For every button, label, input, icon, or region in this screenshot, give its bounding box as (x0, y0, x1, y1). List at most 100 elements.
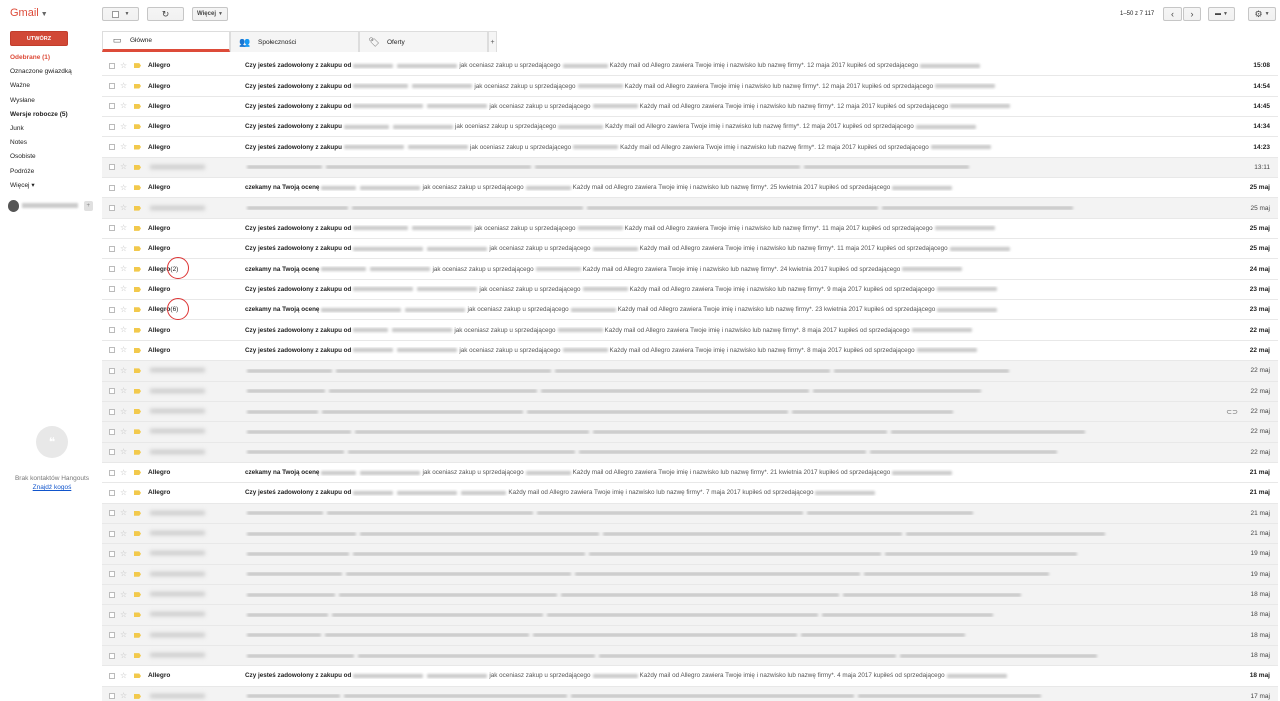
star-icon[interactable]: ☆ (120, 143, 127, 151)
importance-marker-icon[interactable] (134, 551, 141, 557)
row-checkbox[interactable] (109, 571, 115, 578)
sidebar-item[interactable]: Osobiste (10, 152, 100, 166)
importance-marker-icon[interactable] (134, 144, 141, 150)
row-checkbox[interactable] (109, 205, 115, 212)
email-row[interactable]: ☆ Allegro Czy jesteś zadowolony z zakupu o… (102, 239, 1278, 260)
sidebar-item[interactable]: Więcej ▾ (10, 181, 100, 195)
star-icon[interactable]: ☆ (120, 488, 127, 497)
star-icon[interactable]: ☆ (120, 163, 127, 171)
importance-marker-icon[interactable] (134, 449, 141, 455)
email-row[interactable]: ☆ Allegro Czy jesteś zadowolony z zakupu o… (102, 483, 1278, 504)
row-checkbox[interactable] (109, 530, 115, 537)
sidebar-item[interactable]: Ważne (10, 81, 100, 95)
star-icon[interactable]: ☆ (120, 651, 127, 660)
star-icon[interactable]: ☆ (120, 631, 127, 639)
email-row[interactable]: ☆ Allegro(2) czekamy na Twoją ocenę jak oce… (102, 257, 1278, 280)
importance-marker-icon[interactable] (134, 246, 141, 252)
importance-marker-icon[interactable] (134, 164, 141, 170)
row-checkbox[interactable] (109, 428, 115, 435)
email-row[interactable]: ☆ Allegro Czy jesteś zadowolony z zakupu o… (102, 666, 1278, 687)
refresh-button[interactable]: ↻ (147, 7, 184, 21)
prev-page-button[interactable]: ‹ (1163, 7, 1182, 21)
email-row[interactable]: ☆ 21 maj (102, 523, 1278, 545)
star-icon[interactable]: ☆ (120, 204, 127, 212)
row-checkbox[interactable] (109, 164, 115, 171)
row-checkbox[interactable] (109, 144, 115, 151)
importance-marker-icon[interactable] (134, 205, 141, 211)
row-checkbox[interactable] (109, 266, 115, 273)
star-icon[interactable]: ☆ (120, 448, 127, 456)
tab-primary[interactable]: ▭ Główne (102, 31, 230, 52)
star-icon[interactable]: ☆ (120, 326, 127, 334)
row-checkbox[interactable] (109, 591, 115, 598)
star-icon[interactable]: ☆ (120, 529, 127, 538)
row-checkbox[interactable] (109, 83, 115, 90)
email-row[interactable]: ☆ ⊂⊃ 22 maj (102, 401, 1278, 423)
star-icon[interactable]: ☆ (120, 366, 127, 375)
star-icon[interactable]: ☆ (120, 61, 127, 70)
sidebar-item[interactable]: Podróże (10, 167, 100, 181)
importance-marker-icon[interactable] (134, 612, 141, 618)
importance-marker-icon[interactable] (134, 225, 141, 231)
row-checkbox[interactable] (109, 306, 115, 313)
settings-button[interactable]: ⚙ ▼ (1248, 7, 1276, 21)
importance-marker-icon[interactable] (134, 103, 141, 109)
star-icon[interactable]: ☆ (120, 549, 127, 558)
star-icon[interactable]: ☆ (120, 82, 127, 90)
importance-marker-icon[interactable] (134, 632, 141, 638)
compose-button[interactable]: UTWÓRZ (10, 31, 68, 46)
star-icon[interactable]: ☆ (120, 285, 127, 293)
importance-marker-icon[interactable] (134, 327, 141, 333)
add-contact-icon[interactable]: + (83, 200, 93, 211)
star-icon[interactable]: ☆ (120, 692, 127, 700)
row-checkbox[interactable] (109, 225, 115, 232)
select-checkbox-button[interactable]: ▼ (102, 7, 139, 21)
email-row[interactable]: ☆ 22 maj (102, 442, 1278, 463)
row-checkbox[interactable] (109, 184, 115, 191)
email-row[interactable]: ☆ Allegro Czy jesteś zadowolony z zakupu o… (102, 279, 1278, 301)
email-row[interactable]: ☆ 22 maj (102, 381, 1278, 402)
importance-marker-icon[interactable] (134, 409, 141, 415)
email-row[interactable]: ☆ 18 maj (102, 605, 1278, 626)
star-icon[interactable]: ☆ (120, 509, 127, 517)
importance-marker-icon[interactable] (134, 124, 141, 130)
row-checkbox[interactable] (109, 611, 115, 618)
email-row[interactable]: ☆ 25 maj (102, 198, 1278, 219)
importance-marker-icon[interactable] (134, 266, 141, 272)
more-button[interactable]: Więcej ▼ (192, 7, 228, 21)
sidebar-item[interactable]: Wersje robocze (5) (10, 110, 100, 124)
importance-marker-icon[interactable] (134, 63, 141, 69)
importance-marker-icon[interactable] (134, 185, 141, 191)
row-checkbox[interactable] (109, 367, 115, 374)
star-icon[interactable]: ☆ (120, 427, 127, 436)
star-icon[interactable]: ☆ (120, 468, 127, 477)
email-row[interactable]: ☆ Allegro czekamy na Twoją ocenę jak ocenia… (102, 178, 1278, 199)
row-checkbox[interactable] (109, 327, 115, 334)
email-row[interactable]: ☆ Allegro Czy jesteś zadowolony z zakupu o… (102, 320, 1278, 341)
email-row[interactable]: ☆ Allegro Czy jesteś zadowolony z zakupu ja… (102, 137, 1278, 158)
sidebar-item[interactable]: Odebrane (1) (10, 53, 100, 67)
gmail-logo[interactable]: Gmail ▼ (10, 7, 48, 19)
email-row[interactable]: ☆ 13:11 (102, 157, 1278, 179)
row-checkbox[interactable] (109, 347, 115, 354)
importance-marker-icon[interactable] (134, 286, 141, 292)
star-icon[interactable]: ☆ (120, 224, 127, 232)
email-row[interactable]: ☆ 22 maj (102, 361, 1278, 382)
star-icon[interactable]: ☆ (120, 407, 127, 416)
email-row[interactable]: ☆ 18 maj (102, 625, 1278, 646)
row-checkbox[interactable] (109, 489, 115, 496)
importance-marker-icon[interactable] (134, 388, 141, 394)
email-row[interactable]: ☆ 18 maj (102, 584, 1278, 606)
row-checkbox[interactable] (109, 103, 115, 110)
row-checkbox[interactable] (109, 123, 115, 130)
importance-marker-icon[interactable] (134, 83, 141, 89)
star-icon[interactable]: ☆ (120, 122, 127, 131)
importance-marker-icon[interactable] (134, 347, 141, 353)
email-row[interactable]: ☆ 17 maj (102, 686, 1278, 701)
row-checkbox[interactable] (109, 672, 115, 679)
sidebar-item[interactable]: Junk (10, 124, 100, 138)
email-row[interactable]: ☆ 19 maj (102, 544, 1278, 565)
star-icon[interactable]: ☆ (120, 570, 127, 578)
importance-marker-icon[interactable] (134, 368, 141, 374)
star-icon[interactable]: ☆ (120, 610, 127, 619)
